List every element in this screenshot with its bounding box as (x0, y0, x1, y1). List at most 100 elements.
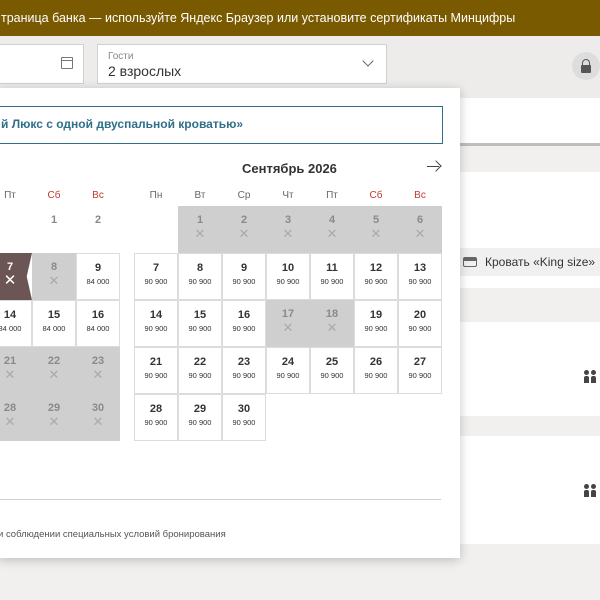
day-number: 1 (196, 214, 204, 226)
day-cell: 30 ✕ (76, 394, 120, 441)
day-price: 90 900 (144, 277, 168, 286)
chevron-down-icon (362, 55, 374, 67)
day-number: 4 (328, 214, 336, 226)
day-cell[interactable]: 11 90 900 (310, 253, 354, 300)
day-price: 90 900 (232, 324, 256, 333)
day-cell[interactable]: 12 90 900 (354, 253, 398, 300)
day-cell[interactable]: 20 90 900 (398, 300, 442, 347)
day-price: 90 900 (144, 324, 168, 333)
day-cell[interactable]: 14 84 000 (0, 300, 32, 347)
day-number: 21 (149, 356, 163, 368)
day-cell[interactable]: 16 84 000 (76, 300, 120, 347)
day-number: 16 (91, 309, 105, 321)
day-price: 90 900 (364, 324, 388, 333)
day-cell: 2 ✕ (222, 206, 266, 253)
day-number: 11 (326, 262, 338, 274)
day-price: 84 000 (42, 324, 66, 333)
unavailable-mark-icon: ✕ (48, 414, 60, 429)
day-cell[interactable]: 15 90 900 (178, 300, 222, 347)
day-cell[interactable]: 16 90 900 (222, 300, 266, 347)
day-cell[interactable]: 28 90 900 (134, 394, 178, 441)
day-cell[interactable]: 19 90 900 (354, 300, 398, 347)
selected-day-cell[interactable]: 7 ✕ (0, 253, 32, 300)
day-cell[interactable]: 30 90 900 (222, 394, 266, 441)
people-icon (583, 484, 599, 498)
day-number: 12 (369, 262, 383, 274)
day-price: 90 900 (232, 371, 256, 380)
day-number: 1 (50, 214, 58, 226)
day-price: 90 900 (188, 324, 212, 333)
day-cell[interactable]: 26 90 900 (354, 347, 398, 394)
day-number: 9 (94, 262, 102, 274)
day-number: 9 (240, 262, 248, 274)
day-cell[interactable]: 7 90 900 (134, 253, 178, 300)
unavailable-mark-icon: ✕ (3, 272, 17, 289)
day-number: 2 (240, 214, 248, 226)
day-cell: 3 ✕ (266, 206, 310, 253)
unavailable-mark-icon: ✕ (282, 226, 294, 241)
date-field[interactable] (0, 44, 84, 84)
day-cell: 18 ✕ (310, 300, 354, 347)
day-number: 23 (91, 355, 105, 367)
day-price: 90 900 (276, 371, 300, 380)
day-cell[interactable]: 10 90 900 (266, 253, 310, 300)
day-cell[interactable]: 15 84 000 (32, 300, 76, 347)
day-cell: 29 ✕ (32, 394, 76, 441)
day-price: 90 900 (364, 277, 388, 286)
day-number: 24 (281, 356, 295, 368)
day-number: 25 (325, 356, 339, 368)
day-cell[interactable]: 25 90 900 (310, 347, 354, 394)
warning-banner: траница банка — используйте Яндекс Брауз… (0, 0, 600, 36)
weekday-label: Вс (92, 190, 104, 201)
day-price: 90 900 (408, 371, 432, 380)
day-cell[interactable]: 23 90 900 (222, 347, 266, 394)
weekday-label: Вт (194, 190, 206, 201)
day-price: 90 900 (408, 324, 432, 333)
unavailable-mark-icon: ✕ (326, 226, 338, 241)
day-cell[interactable]: 14 90 900 (134, 300, 178, 347)
day-number: 28 (3, 402, 17, 414)
day-price: 90 900 (364, 371, 388, 380)
day-number: 17 (281, 308, 295, 320)
day-cell: 8 ✕ (32, 253, 76, 300)
weekday-label: Сб (369, 190, 383, 201)
day-cell: 4 ✕ (310, 206, 354, 253)
day-price: 90 900 (232, 418, 256, 427)
day-number: 20 (413, 309, 427, 321)
day-cell[interactable]: 13 90 900 (398, 253, 442, 300)
day-price: 84 000 (0, 324, 22, 333)
weekday-label: Вс (414, 190, 426, 201)
arrow-right-icon[interactable] (426, 159, 442, 175)
day-number: 19 (369, 309, 383, 321)
unavailable-mark-icon: ✕ (238, 226, 250, 241)
day-cell[interactable]: 22 90 900 (178, 347, 222, 394)
day-number: 29 (193, 403, 207, 415)
calendar-icon[interactable] (61, 57, 73, 69)
room-type-select[interactable]: й Люкс с одной двуспальной кроватью» (0, 106, 443, 144)
day-cell: 22 ✕ (32, 347, 76, 394)
day-price: 90 900 (188, 277, 212, 286)
day-price: 90 900 (188, 418, 212, 427)
day-number: 3 (284, 214, 292, 226)
unavailable-mark-icon: ✕ (92, 367, 104, 382)
day-cell[interactable]: 24 90 900 (266, 347, 310, 394)
day-cell[interactable]: 8 90 900 (178, 253, 222, 300)
day-number: 29 (47, 402, 61, 414)
day-cell: 23 ✕ (76, 347, 120, 394)
day-price: 90 900 (232, 277, 256, 286)
guests-select[interactable]: Гости 2 взрослых (97, 44, 387, 84)
day-number: 30 (91, 402, 105, 414)
day-cell[interactable]: 9 90 900 (222, 253, 266, 300)
divider (459, 143, 600, 146)
day-number: 7 (152, 262, 160, 274)
unavailable-mark-icon: ✕ (282, 320, 294, 335)
day-cell[interactable]: 9 84 000 (76, 253, 120, 300)
day-number: 14 (149, 309, 163, 321)
day-cell[interactable]: 21 90 900 (134, 347, 178, 394)
day-cell[interactable]: 29 90 900 (178, 394, 222, 441)
lock-icon (572, 52, 600, 80)
day-price: 90 900 (276, 277, 300, 286)
day-cell[interactable]: 27 90 900 (398, 347, 442, 394)
day-number: 2 (94, 214, 102, 226)
day-number: 21 (3, 355, 17, 367)
